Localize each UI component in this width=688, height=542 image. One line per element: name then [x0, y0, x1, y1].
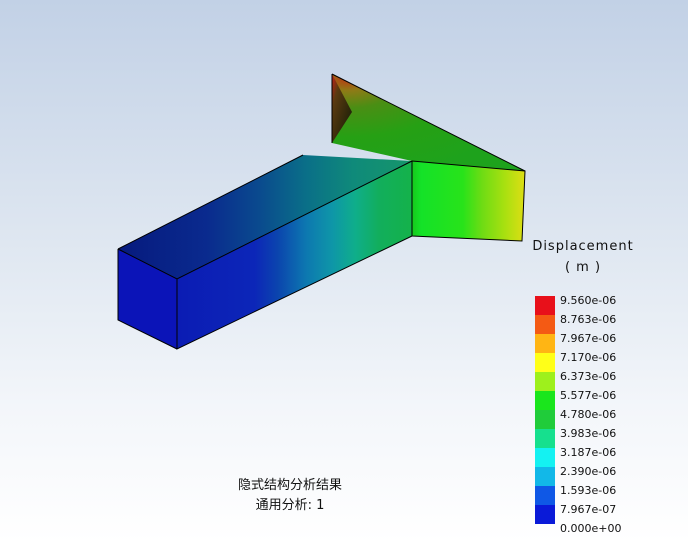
legend-label: 4.780e-06	[560, 408, 617, 421]
caption-title: 隐式结构分析结果	[237, 478, 342, 493]
legend-label: 6.373e-06	[560, 370, 617, 383]
legend-swatch	[535, 353, 555, 372]
legend-swatch	[535, 410, 555, 429]
beam-end-face	[412, 161, 525, 241]
legend-label: 3.187e-06	[560, 446, 617, 459]
legend-swatch	[535, 372, 555, 391]
legend-swatch	[535, 334, 555, 353]
legend-unit-text: ( m )	[564, 260, 602, 275]
legend-label: 2.390e-06	[560, 465, 617, 478]
legend-label: 9.560e-06	[560, 294, 617, 307]
caption-step: 通用分析: 1	[255, 498, 325, 513]
legend-swatch	[535, 486, 555, 505]
legend-title: Displacement ( m )	[520, 236, 646, 278]
legend-label: 7.967e-07	[560, 503, 617, 516]
legend-swatch	[535, 429, 555, 448]
legend-label: 7.967e-06	[560, 332, 617, 345]
legend-swatch	[535, 467, 555, 486]
legend-title-text: Displacement	[532, 239, 634, 254]
legend-label: 7.170e-06	[560, 351, 617, 364]
legend-swatch	[535, 391, 555, 410]
legend-label: 0.000e+00	[560, 522, 622, 535]
legend-label: 8.763e-06	[560, 313, 617, 326]
legend-swatch	[535, 505, 555, 524]
legend-color-bar	[535, 296, 555, 524]
legend-label: 1.593e-06	[560, 484, 617, 497]
legend-swatch	[535, 315, 555, 334]
legend-label: 5.577e-06	[560, 389, 617, 402]
analysis-caption: 隐式结构分析结果 通用分析: 1	[210, 476, 370, 516]
legend-swatch	[535, 296, 555, 315]
legend-label: 3.983e-06	[560, 427, 617, 440]
legend-swatch	[535, 448, 555, 467]
